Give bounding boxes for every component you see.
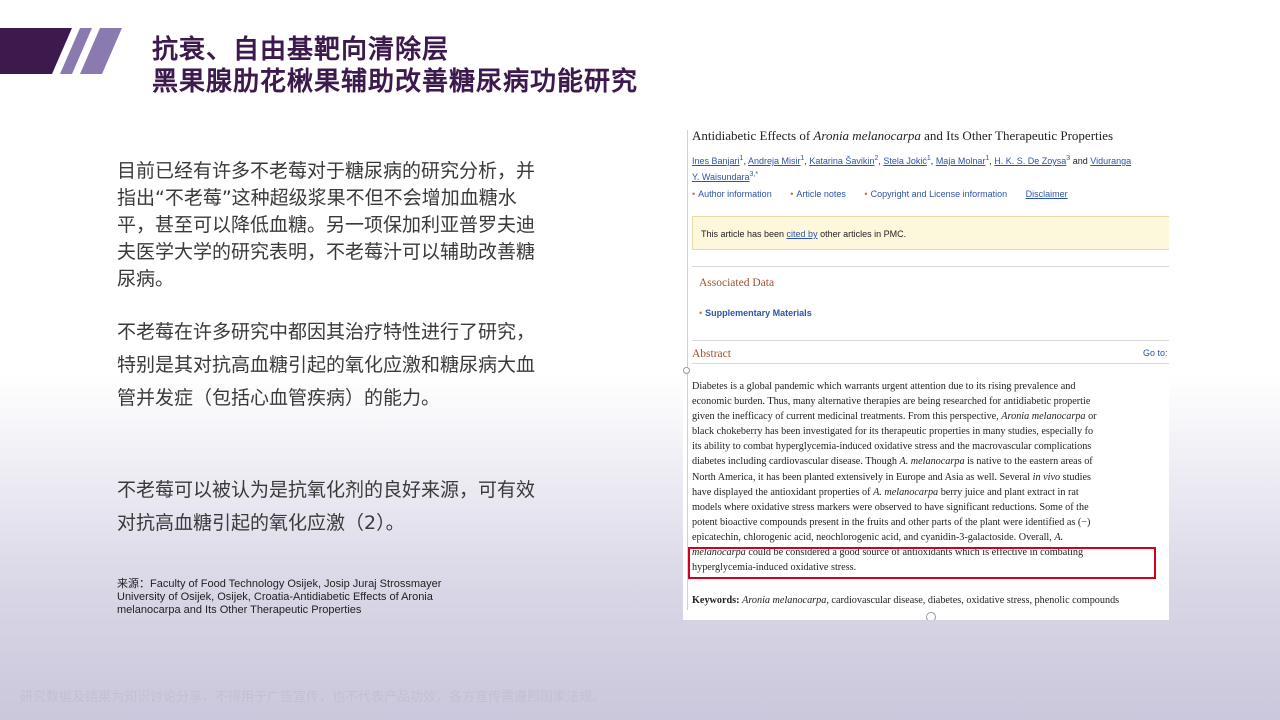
cited-by-notice: This article has been cited by other art… <box>692 216 1169 250</box>
paragraph-research-overview: 目前已经有许多不老莓对于糖尿病的研究分析，并指出“不老莓”这种超级浆果不但不会增… <box>117 160 536 290</box>
article-title-pre: Antidiabetic Effects of <box>692 128 814 143</box>
keyword-species: Aronia melanocarpa <box>742 595 827 606</box>
abstract-heading: Abstract <box>692 348 731 360</box>
section-divider <box>692 340 1169 341</box>
resize-handle[interactable] <box>683 367 690 374</box>
article-title: Antidiabetic Effects of Aronia melanocar… <box>692 128 1162 144</box>
keywords-list: , cardiovascular disease, diabetes, oxid… <box>826 595 1120 606</box>
author-link[interactable]: Ines Banjari <box>692 156 740 166</box>
copyright-link[interactable]: • Copyright and License information <box>864 189 1015 199</box>
header-stripes-decoration <box>0 28 122 74</box>
title-line-1: 抗衰、自由基靶向清除层 <box>152 35 450 65</box>
section-divider <box>692 266 1169 267</box>
article-screenshot: Antidiabetic Effects of Aronia melanocar… <box>683 122 1169 620</box>
author-link[interactable]: Stela Jokić <box>883 156 927 166</box>
abstract-line: potent bioactive compounds present in th… <box>692 516 1091 528</box>
abstract-line: North America, it has been planted exten… <box>692 471 1091 483</box>
abstract-line: epicatechin, chlorogenic acid, neochloro… <box>692 531 1064 543</box>
abstract-line: Diabetes is a global pandemic which warr… <box>692 381 1076 392</box>
scroll-handle[interactable] <box>926 612 936 620</box>
highlight-box <box>688 547 1156 579</box>
keywords: Keywords: Aronia melanocarpa, cardiovasc… <box>692 593 1152 608</box>
slide: 抗衰、自由基靶向清除层 黑果腺肋花楸果辅助改善糖尿病功能研究 目前已经有许多不老… <box>0 0 1280 720</box>
author-link[interactable]: Maja Molnar <box>936 156 986 166</box>
author-link[interactable]: H. K. S. De Zoysa <box>994 156 1066 166</box>
paragraph-therapeutic-properties: 不老莓在许多研究中都因其治疗特性进行了研究，特别是其对抗高血糖引起的氧化应激和糖… <box>117 321 536 409</box>
author-affiliation: 3,* <box>749 171 759 178</box>
cited-by-link[interactable]: cited by <box>787 229 818 239</box>
abstract-line: economic burden. Thus, many alternative … <box>692 396 1091 408</box>
title-line-2: 黑果腺肋花楸果辅助改善糖尿病功能研究 <box>152 67 639 97</box>
author-link[interactable]: Katarina Šavikin <box>809 156 874 166</box>
article-info-links: • Author information • Article notes • Copy… <box>692 189 1076 199</box>
slide-title: 抗衰、自由基靶向清除层 黑果腺肋花楸果辅助改善糖尿病功能研究 <box>152 34 638 98</box>
article-title-post: and Its Other Therapeutic Properties <box>920 128 1114 143</box>
disclaimer-link[interactable]: Disclaimer <box>1026 189 1068 199</box>
article-authors: Ines Banjari1, Andreja Misir1, Katarina … <box>692 155 1132 182</box>
supplementary-materials-link[interactable]: • Supplementary Materials <box>699 308 812 318</box>
abstract-line: have displayed the antioxidant propertie… <box>692 486 1079 498</box>
author-link[interactable]: Andreja Misir <box>748 156 801 166</box>
article-notes-link[interactable]: • Article notes <box>790 189 854 199</box>
disclaimer-footer: 研究数据及结果为知识讨论分享，不得用于广告宣传，也不代表产品功效，各方宣传需遵照… <box>20 690 606 705</box>
source-citation: 来源：Faculty of Food Technology Osijek, Jo… <box>117 578 442 616</box>
goto-link[interactable]: Go to: <box>1143 348 1168 358</box>
authors-and: and <box>1070 156 1091 166</box>
article-title-species: Aronia melanocarpa <box>813 128 921 143</box>
abstract-line: its ability to combat hyperglycemia-indu… <box>692 441 1092 453</box>
associated-data-heading: Associated Data <box>699 277 775 289</box>
keywords-label: Keywords: <box>692 595 740 606</box>
author-information-link[interactable]: • Author information <box>692 189 780 199</box>
abstract-body: Diabetes is a global pandemic which warr… <box>692 379 1169 575</box>
abstract-line: diabetes including cardiovascular diseas… <box>692 456 1093 468</box>
abstract-line: models where oxidative stress markers we… <box>692 501 1089 513</box>
paragraph-antioxidant-source: 不老莓可以被认为是抗氧化剂的良好来源，可有效对抗高血糖引起的氧化应激（2）。 <box>117 479 536 534</box>
abstract-line: given the inefficacy of current medicina… <box>692 411 1097 423</box>
section-divider <box>692 363 1169 364</box>
abstract-line: black chokeberry has been investigated f… <box>692 426 1094 438</box>
